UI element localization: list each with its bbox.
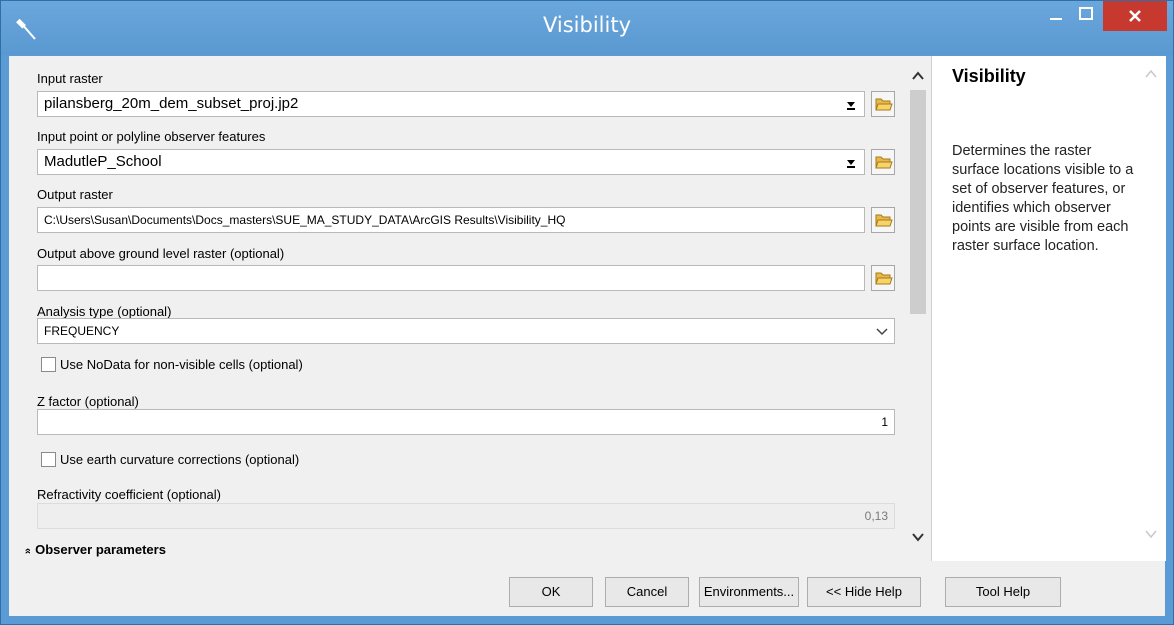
output-agl-browse-button[interactable] [871,265,895,291]
help-title: Visibility [952,66,1026,86]
earth-curvature-checkbox-label: Use earth curvature corrections (optiona… [60,452,300,467]
refractivity-label: Refractivity coefficient (optional) [37,487,222,502]
scrollbar-thumb[interactable] [910,90,926,314]
title-bar: Visibility [1,1,1173,55]
parameters-pane: Input raster pilansberg_20m_dem_subset_p… [9,56,931,561]
button-bar: OK Cancel Environments... << Hide Help T… [9,561,1165,616]
input-raster-combo[interactable]: pilansberg_20m_dem_subset_proj.jp2 [37,91,865,117]
cancel-button[interactable]: Cancel [605,577,689,607]
input-raster-value: pilansberg_20m_dem_subset_proj.jp2 [44,95,299,112]
observer-features-combo[interactable]: MadutleP_School [37,149,865,175]
z-factor-label: Z factor (optional) [37,394,139,409]
refractivity-value: 0,13 [864,509,888,523]
hide-help-button[interactable]: << Hide Help [807,577,921,607]
analysis-type-value: FREQUENCY [44,324,120,338]
analysis-type-select[interactable]: FREQUENCY [37,318,895,344]
z-factor-input[interactable]: 1 [37,409,895,435]
observer-features-label: Input point or polyline observer feature… [37,129,266,144]
refractivity-input[interactable]: 0,13 [37,503,895,529]
parameters-scrollbar[interactable] [909,66,927,561]
dropdown-arrow-icon [847,160,855,168]
window-title: Visibility [542,13,631,37]
input-raster-label: Input raster [37,71,103,86]
close-icon [1129,10,1141,22]
output-raster-input[interactable]: C:\Users\Susan\Documents\Docs_masters\SU… [37,207,865,233]
dialog-body: Input raster pilansberg_20m_dem_subset_p… [9,56,1166,616]
minimize-button[interactable] [1041,1,1071,29]
maximize-button[interactable] [1071,1,1101,29]
folder-open-icon [875,156,893,169]
z-factor-value: 1 [881,415,888,429]
minimize-icon [1050,18,1062,20]
nodata-checkbox-label: Use NoData for non-visible cells (option… [60,357,303,372]
chevron-down-icon [876,328,888,336]
input-raster-browse-button[interactable] [871,91,895,117]
dropdown-arrow-icon [847,102,855,110]
folder-open-icon [875,214,893,227]
observer-features-value: MadutleP_School [44,153,162,170]
help-text: Determines the raster surface locations … [952,143,1134,254]
output-raster-label: Output raster [37,187,113,202]
collapse-toggle-icon: » [22,547,35,555]
output-raster-browse-button[interactable] [871,207,895,233]
earth-curvature-checkbox[interactable] [41,452,56,467]
folder-open-icon [875,272,893,285]
output-agl-input[interactable] [37,265,865,291]
help-pane: Visibility Determines the raster surface… [931,56,1166,561]
nodata-checkbox[interactable] [41,357,56,372]
observer-features-browse-button[interactable] [871,149,895,175]
observer-parameters-label: Observer parameters [35,542,166,557]
help-scroll-down-icon[interactable] [1144,528,1158,540]
close-button[interactable] [1103,1,1167,31]
tool-help-button[interactable]: Tool Help [945,577,1061,607]
ok-button[interactable]: OK [509,577,593,607]
output-raster-value: C:\Users\Susan\Documents\Docs_masters\SU… [44,213,566,227]
maximize-icon [1079,7,1093,20]
visibility-dialog: Visibility Input raster pilansberg_20m_d… [0,0,1174,625]
folder-open-icon [875,98,893,111]
scroll-up-icon[interactable] [911,70,925,82]
help-scroll-up-icon[interactable] [1144,68,1158,80]
analysis-type-label: Analysis type (optional) [37,304,172,319]
observer-parameters-toggle[interactable]: »Observer parameters [22,542,166,557]
scroll-down-icon[interactable] [911,531,925,543]
output-agl-label: Output above ground level raster (option… [37,246,285,261]
environments-button[interactable]: Environments... [699,577,799,607]
